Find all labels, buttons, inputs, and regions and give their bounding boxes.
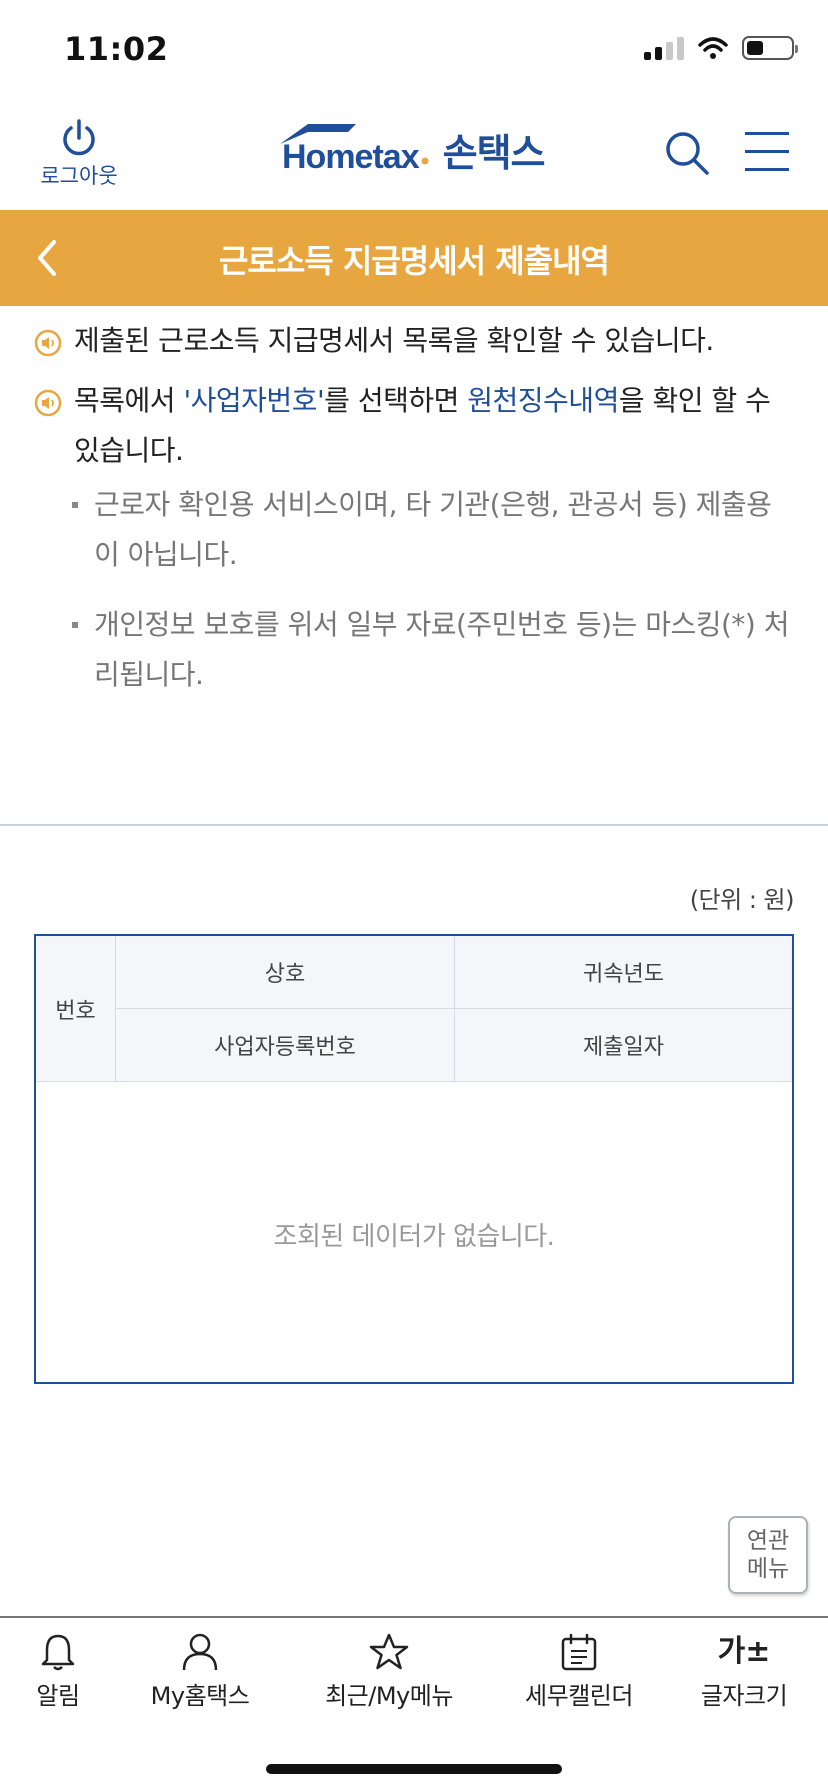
header-biz-no: 사업자등록번호 xyxy=(116,1009,455,1082)
section-divider xyxy=(0,824,828,826)
notice-text: 목록에서 '사업자번호'를 선택하면 원천징수내역을 확인 할 수 있습니다. xyxy=(74,384,771,467)
search-icon xyxy=(666,132,709,175)
nav-alarm[interactable]: 알림 xyxy=(26,1632,90,1711)
hometax-logo[interactable]: Hometax 손택스 xyxy=(280,122,546,177)
search-button[interactable] xyxy=(664,130,710,180)
nav-label: 최근/My메뉴 xyxy=(325,1682,453,1710)
empty-message: 조회된 데이터가 없습니다. xyxy=(273,1222,555,1252)
hamburger-icon xyxy=(745,132,789,171)
nav-recent-menu[interactable]: 최근/My메뉴 xyxy=(316,1632,462,1711)
bell-icon xyxy=(41,1634,75,1671)
nav-tax-calendar[interactable]: 세무캘린더 xyxy=(520,1632,638,1711)
nav-my-hometax[interactable]: My홈택스 xyxy=(140,1632,260,1711)
logout-button[interactable]: 로그아웃 xyxy=(36,118,122,190)
font-size-icon: 가± xyxy=(717,1634,771,1669)
status-time: 11:02 xyxy=(64,30,169,68)
related-menu-button[interactable]: 연관 메뉴 xyxy=(728,1516,808,1594)
related-menu-line1: 연관 xyxy=(746,1528,790,1554)
withholding-highlight: 원천징수내역 xyxy=(467,384,619,417)
battery-icon xyxy=(742,36,798,60)
star-icon xyxy=(369,1633,409,1670)
page-titlebar: 근로소득 지급명세서 제출내역 xyxy=(0,210,828,306)
bullet-dot xyxy=(72,622,78,628)
app-header: 로그아웃 Hometax 손택스 xyxy=(0,100,828,210)
header-submit-date: 제출일자 xyxy=(455,1009,792,1082)
notice-text: 제출된 근로소득 지급명세서 목록을 확인할 수 있습니다. xyxy=(74,324,714,357)
header-year: 귀속년도 xyxy=(455,936,792,1009)
header-no: 번호 xyxy=(36,936,116,1082)
person-icon xyxy=(182,1633,218,1671)
notice-item: 제출된 근로소득 지급명세서 목록을 확인할 수 있습니다. xyxy=(34,316,794,366)
home-indicator xyxy=(266,1764,562,1774)
logo-swoosh-icon xyxy=(421,157,429,165)
related-menu-line2: 메뉴 xyxy=(746,1556,790,1582)
nav-label: 세무캘린더 xyxy=(525,1682,633,1710)
bullet-text: 개인정보 보호를 위서 일부 자료(주민번호 등)는 마스킹(*) 처리됩니다. xyxy=(94,608,789,691)
speaker-icon xyxy=(34,389,62,417)
bullet-item: 개인정보 보호를 위서 일부 자료(주민번호 등)는 마스킹(*) 처리됩니다. xyxy=(72,600,792,700)
notice-item: 목록에서 '사업자번호'를 선택하면 원천징수내역을 확인 할 수 있습니다. xyxy=(34,376,794,476)
logo-en: Hometax xyxy=(280,124,431,177)
nav-font-size[interactable]: 가± 글자크기 xyxy=(696,1632,792,1711)
bullet-dot xyxy=(72,502,78,508)
signal-icon xyxy=(644,36,684,60)
bottom-nav: 알림 My홈택스 최근/My메뉴 세무캘린더 가± 글자크기 xyxy=(0,1616,828,1730)
page-title: 근로소득 지급명세서 제출내역 xyxy=(218,242,610,280)
header-company-name: 상호 xyxy=(116,936,455,1009)
nav-label: 알림 xyxy=(36,1682,80,1710)
wifi-icon xyxy=(698,37,728,59)
calendar-icon xyxy=(561,1633,597,1671)
logo-ko: 손택스 xyxy=(442,131,546,175)
status-icons xyxy=(644,36,798,60)
submission-table: 번호 상호 귀속년도 사업자등록번호 제출일자 조회된 데이터가 없습니다. xyxy=(34,934,794,1384)
speaker-icon xyxy=(34,329,62,357)
bullet-item: 근로자 확인용 서비스이며, 타 기관(은행, 관공서 등) 제출용이 아닙니다… xyxy=(72,480,792,580)
nav-label: My홈택스 xyxy=(150,1682,250,1710)
house-roof-icon xyxy=(280,124,356,144)
bullet-text: 근로자 확인용 서비스이며, 타 기관(은행, 관공서 등) 제출용이 아닙니다… xyxy=(94,488,772,571)
biz-no-highlight: '사업자번호' xyxy=(183,384,325,417)
menu-button[interactable] xyxy=(745,132,789,186)
status-bar: 11:02 xyxy=(0,0,828,100)
nav-label: 글자크기 xyxy=(700,1682,788,1710)
logout-label: 로그아웃 xyxy=(40,164,118,188)
power-icon xyxy=(63,119,95,156)
unit-label: (단위 : 원) xyxy=(689,886,795,914)
